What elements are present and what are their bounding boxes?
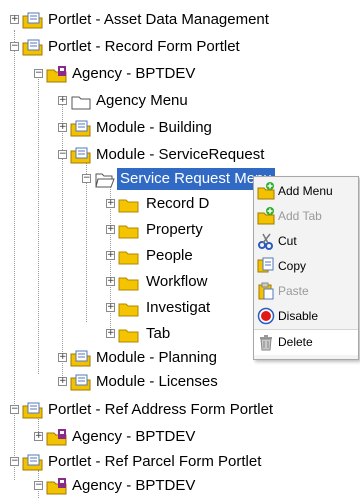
- tree-node-agency-bptdev-2[interactable]: + Agency - BPTDEV: [0, 426, 360, 448]
- collapse-toggle[interactable]: −: [58, 150, 67, 159]
- expand-toggle[interactable]: +: [106, 329, 115, 338]
- module-folder-icon: [70, 146, 92, 164]
- tree-node-label: Agency - BPTDEV: [72, 65, 196, 82]
- module-folder-icon: [70, 349, 92, 367]
- tree-node-label: Agency - BPTDEV: [72, 477, 196, 494]
- module-folder-icon: [70, 119, 92, 137]
- add-menu-icon: [257, 182, 275, 200]
- folder-icon: [118, 247, 140, 265]
- menu-item-label: Copy: [278, 259, 307, 273]
- tree-node-portlet-ref-parcel[interactable]: − Portlet - Ref Parcel Form Portlet: [0, 451, 360, 473]
- tree-node-label: Portlet - Ref Address Form Portlet: [48, 401, 274, 418]
- tree-node-portlet-ref-address[interactable]: − Portlet - Ref Address Form Portlet: [0, 399, 360, 421]
- agency-folder-icon: [46, 477, 68, 495]
- menu-item-copy[interactable]: Copy: [254, 254, 358, 279]
- menu-item-add-menu[interactable]: Add Menu: [254, 179, 358, 204]
- expand-toggle[interactable]: +: [106, 225, 115, 234]
- folder-icon: [118, 273, 140, 291]
- expand-toggle[interactable]: +: [58, 96, 67, 105]
- expand-toggle[interactable]: +: [34, 432, 43, 441]
- portlet-folder-icon: [22, 401, 44, 419]
- menu-item-label: Add Tab: [278, 209, 322, 223]
- tree-node-module-building[interactable]: + Module - Building: [0, 117, 360, 139]
- collapse-toggle[interactable]: −: [10, 457, 19, 466]
- expand-toggle[interactable]: +: [58, 377, 67, 386]
- folder-icon: [118, 325, 140, 343]
- tree-node-label: Investigat: [146, 299, 211, 316]
- tree-node-label: Tab: [146, 325, 171, 342]
- tree-node-label: Module - Licenses: [96, 373, 218, 390]
- expand-toggle[interactable]: +: [106, 277, 115, 286]
- tree-node-property[interactable]: + Property: [0, 219, 255, 241]
- expand-toggle[interactable]: +: [106, 251, 115, 260]
- tree-node-label: Module - ServiceRequest: [96, 146, 265, 163]
- tree-node-people[interactable]: + People: [0, 245, 255, 267]
- context-menu: Add Menu Add Tab Cut Copy Paste Disable: [253, 176, 359, 360]
- tree-node-label: Record D: [146, 195, 210, 212]
- tree-node-agency-bptdev[interactable]: − Agency - BPTDEV: [0, 63, 360, 85]
- tree-node-record-d[interactable]: + Record D: [0, 193, 255, 215]
- agency-folder-icon: [46, 65, 68, 83]
- tree-node-label: Portlet - Ref Parcel Form Portlet: [48, 453, 262, 470]
- open-folder-icon: [94, 170, 116, 188]
- tree-node-label: Agency - BPTDEV: [72, 428, 196, 445]
- menu-item-delete[interactable]: Delete: [254, 329, 358, 355]
- tree-node-label: Module - Building: [96, 119, 212, 136]
- expand-toggle[interactable]: +: [58, 123, 67, 132]
- tree-node-agency-menu[interactable]: + Agency Menu: [0, 90, 360, 112]
- tree-node-module-licenses[interactable]: + Module - Licenses: [0, 371, 360, 393]
- folder-icon: [118, 195, 140, 213]
- tree-node-label: Portlet - Record Form Portlet: [48, 38, 240, 55]
- tree-node-portlet-record-form[interactable]: − Portlet - Record Form Portlet: [0, 36, 360, 58]
- menu-item-add-tab[interactable]: Add Tab: [254, 204, 358, 229]
- expand-toggle[interactable]: +: [10, 15, 19, 24]
- expand-toggle[interactable]: +: [58, 353, 67, 362]
- menu-item-label: Cut: [278, 234, 297, 248]
- menu-item-cut[interactable]: Cut: [254, 229, 358, 254]
- tree-node-label: Service Request Menu: [117, 168, 275, 190]
- menu-item-disable[interactable]: Disable: [254, 304, 358, 329]
- module-folder-icon: [70, 373, 92, 391]
- collapse-toggle[interactable]: −: [34, 481, 43, 490]
- copy-icon: [257, 257, 275, 275]
- trash-icon: [257, 333, 275, 351]
- menu-item-label: Paste: [278, 284, 309, 298]
- tree-node-label: Module - Planning: [96, 349, 217, 366]
- tree-node-agency-bptdev-3[interactable]: − Agency - BPTDEV: [0, 475, 360, 497]
- tree-node-label: Workflow: [146, 273, 208, 290]
- collapse-toggle[interactable]: −: [82, 174, 91, 183]
- add-tab-icon: [257, 207, 275, 225]
- tree-node-portlet-asset-data[interactable]: + Portlet - Asset Data Management: [0, 9, 360, 31]
- scissors-icon: [257, 232, 275, 250]
- collapse-toggle[interactable]: −: [10, 405, 19, 414]
- collapse-toggle[interactable]: −: [10, 42, 19, 51]
- folder-icon: [118, 221, 140, 239]
- portlet-folder-icon: [22, 38, 44, 56]
- tree-node-label: Agency Menu: [96, 92, 188, 109]
- portlet-folder-icon: [22, 11, 44, 29]
- menu-item-label: Add Menu: [278, 184, 333, 198]
- paste-icon: [257, 282, 275, 300]
- agency-folder-icon: [46, 428, 68, 446]
- tree-node-investigat[interactable]: + Investigat: [0, 297, 255, 319]
- tree-node-tab[interactable]: + Tab: [0, 323, 255, 345]
- tree-node-label: Portlet - Asset Data Management: [48, 11, 269, 28]
- tree-node-label: Property: [146, 221, 203, 238]
- collapse-toggle[interactable]: −: [34, 69, 43, 78]
- tree-node-module-planning[interactable]: + Module - Planning: [0, 347, 255, 369]
- folder-icon: [118, 299, 140, 317]
- tree-node-module-servicerequest[interactable]: − Module - ServiceRequest: [0, 144, 360, 166]
- tree-node-workflow[interactable]: + Workflow: [0, 271, 255, 293]
- expand-toggle[interactable]: +: [106, 199, 115, 208]
- portlet-folder-icon: [22, 453, 44, 471]
- expand-toggle[interactable]: +: [106, 303, 115, 312]
- menu-item-label: Disable: [278, 309, 319, 323]
- disable-icon: [257, 307, 275, 325]
- menu-item-paste[interactable]: Paste: [254, 279, 358, 304]
- menu-item-label: Delete: [278, 335, 313, 349]
- empty-folder-icon: [70, 92, 92, 110]
- tree-node-label: People: [146, 247, 193, 264]
